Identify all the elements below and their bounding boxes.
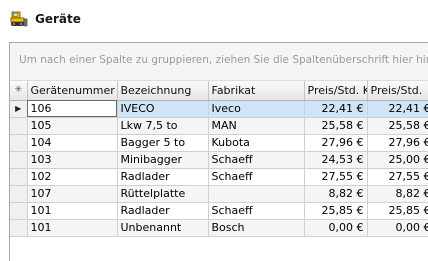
table-row[interactable]: 107 Rüttelplatte 8,82 € 8,82 € — [10, 185, 428, 203]
cell-geraetenummer[interactable]: 104 — [27, 134, 118, 152]
cell-geraetenummer[interactable]: 107 — [27, 185, 118, 203]
group-by-hint: Um nach einer Spalte zu gruppieren, zieh… — [19, 54, 428, 66]
table-row[interactable]: 103 Minibagger Schaeff 24,53 € 25,00 € — [10, 151, 428, 169]
column-header-fabrikat[interactable]: Fabrikat — [208, 81, 305, 101]
table-row[interactable]: 102 Radlader Schaeff 27,55 € 27,55 € — [10, 168, 428, 186]
cell-bezeichnung[interactable]: IVECO — [117, 100, 209, 118]
cell-preis-std[interactable]: 25,58 € — [367, 117, 428, 135]
cell-fabrikat[interactable]: Kubota — [208, 134, 305, 152]
cell-bezeichnung[interactable]: Radlader — [117, 168, 209, 186]
cell-preis-std-ka[interactable]: 27,96 € — [304, 134, 368, 152]
cell-bezeichnung[interactable]: Minibagger — [117, 151, 209, 169]
group-by-panel[interactable]: Um nach einer Spalte zu gruppieren, zieh… — [10, 43, 428, 81]
cell-fabrikat[interactable]: Schaeff — [208, 151, 305, 169]
cell-preis-std[interactable]: 25,85 € — [367, 202, 428, 220]
cell-geraetenummer[interactable]: 103 — [27, 151, 118, 169]
cell-preis-std-ka[interactable]: 8,82 € — [304, 185, 368, 203]
column-header-bezeichnung[interactable]: Bezeichnung — [117, 81, 209, 101]
cell-fabrikat[interactable]: MAN — [208, 117, 305, 135]
cell-geraetenummer[interactable]: 102 — [27, 168, 118, 186]
cell-preis-std[interactable]: 0,00 € — [367, 219, 428, 237]
cell-bezeichnung[interactable]: Lkw 7,5 to — [117, 117, 209, 135]
window-titlebar: Geräte — [0, 0, 428, 40]
cell-fabrikat[interactable] — [208, 185, 305, 203]
cell-geraetenummer[interactable]: 105 — [27, 117, 118, 135]
row-indicator[interactable] — [10, 219, 28, 237]
cell-bezeichnung[interactable]: Bagger 5 to — [117, 134, 209, 152]
table-row[interactable]: ▶ 106 IVECO Iveco 22,41 € 22,41 € — [10, 100, 428, 118]
table-row[interactable]: 104 Bagger 5 to Kubota 27,96 € 27,96 € — [10, 134, 428, 152]
table-row[interactable]: 105 Lkw 7,5 to MAN 25,58 € 25,58 € — [10, 117, 428, 135]
cell-preis-std-ka[interactable]: 25,58 € — [304, 117, 368, 135]
row-indicator-header[interactable]: ✳ — [10, 81, 28, 101]
cell-geraetenummer[interactable]: 101 — [27, 202, 118, 220]
selected-row-indicator-icon: ▶ — [10, 100, 28, 118]
table-header-row: ✳ Gerätenummer Bezeichnung Fabrikat Prei… — [10, 81, 428, 101]
window-title: Geräte — [35, 12, 81, 26]
row-indicator[interactable] — [10, 185, 28, 203]
table-row[interactable]: 101 Unbenannt Bosch 0,00 € 0,00 € — [10, 219, 428, 237]
cell-preis-std[interactable]: 27,55 € — [367, 168, 428, 186]
cell-bezeichnung[interactable]: Rüttelplatte — [117, 185, 209, 203]
row-indicator[interactable] — [10, 202, 28, 220]
data-grid[interactable]: Um nach einer Spalte zu gruppieren, zieh… — [9, 42, 428, 261]
cell-preis-std-ka[interactable]: 0,00 € — [304, 219, 368, 237]
cell-fabrikat[interactable]: Bosch — [208, 219, 305, 237]
cell-preis-std[interactable]: 25,00 € — [367, 151, 428, 169]
column-header-preis-std[interactable]: Preis/Std. — [367, 81, 428, 101]
cell-fabrikat[interactable]: Schaeff — [208, 202, 305, 220]
cell-preis-std[interactable]: 8,82 € — [367, 185, 428, 203]
cell-bezeichnung[interactable]: Unbenannt — [117, 219, 209, 237]
bulldozer-icon — [10, 11, 28, 27]
row-indicator[interactable] — [10, 168, 28, 186]
column-header-preis-std-ka[interactable]: Preis/Std. Ka — [304, 81, 368, 101]
table-row[interactable]: 101 Radlader Schaeff 25,85 € 25,85 € — [10, 202, 428, 220]
cell-fabrikat[interactable]: Schaeff — [208, 168, 305, 186]
cell-fabrikat[interactable]: Iveco — [208, 100, 305, 118]
cell-geraetenummer[interactable]: 106 — [27, 100, 118, 118]
column-header-geraetenummer[interactable]: Gerätenummer — [27, 81, 118, 101]
cell-preis-std[interactable]: 22,41 € — [367, 100, 428, 118]
cell-preis-std-ka[interactable]: 27,55 € — [304, 168, 368, 186]
cell-preis-std-ka[interactable]: 22,41 € — [304, 100, 368, 118]
row-indicator[interactable] — [10, 117, 28, 135]
cell-preis-std-ka[interactable]: 24,53 € — [304, 151, 368, 169]
equipment-table[interactable]: ✳ Gerätenummer Bezeichnung Fabrikat Prei… — [10, 81, 428, 237]
cell-geraetenummer[interactable]: 101 — [27, 219, 118, 237]
cell-preis-std-ka[interactable]: 25,85 € — [304, 202, 368, 220]
cell-bezeichnung[interactable]: Radlader — [117, 202, 209, 220]
cell-preis-std[interactable]: 27,96 € — [367, 134, 428, 152]
row-indicator[interactable] — [10, 151, 28, 169]
row-indicator[interactable] — [10, 134, 28, 152]
